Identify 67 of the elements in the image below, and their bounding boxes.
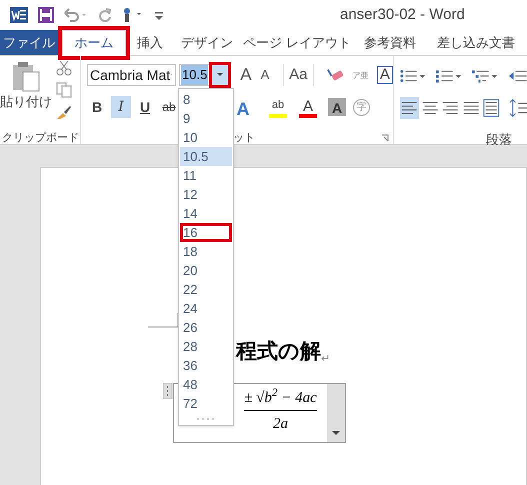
font-size-option[interactable]: 12	[180, 185, 232, 204]
ribbon-tab[interactable]: デザイン	[174, 30, 240, 55]
window-title: anser30-02 - Word	[340, 4, 465, 25]
numbering-icon[interactable]	[436, 68, 462, 84]
font-size-option[interactable]: 28	[180, 337, 232, 356]
customize-icon[interactable]	[154, 9, 164, 21]
font-size-option[interactable]: 26	[180, 318, 232, 337]
text-effect-button[interactable]: A	[233, 96, 253, 118]
file-tab[interactable]: ファイル	[0, 30, 58, 55]
line-spacing-icon[interactable]	[508, 97, 527, 119]
font-size-option[interactable]: 72	[180, 394, 232, 413]
shading-button[interactable]: A	[328, 98, 346, 116]
group-label: 段落	[486, 131, 512, 149]
font-name-field[interactable]: Cambria Mat	[87, 64, 176, 86]
paragraph-mark: ↵	[321, 352, 330, 367]
grow-font-button[interactable]: A	[237, 62, 255, 88]
resize-grip-icon[interactable]	[196, 416, 216, 422]
caret-icon	[332, 431, 340, 436]
font-size-option[interactable]: 22	[180, 280, 232, 299]
equation-denominator: 2a	[273, 414, 288, 434]
font-size-option[interactable]: 36	[180, 356, 232, 375]
bold-button[interactable]: B	[87, 96, 107, 118]
font-color-button[interactable]: A	[299, 96, 317, 118]
cut-icon[interactable]	[56, 60, 72, 76]
font-size-option[interactable]: 9	[180, 109, 232, 128]
strikethrough-button[interactable]: ab	[159, 96, 179, 118]
paste-button[interactable]: 貼り付け	[0, 56, 52, 120]
format-painter-icon[interactable]	[56, 104, 72, 120]
font-size-option[interactable]: 10.5	[180, 147, 232, 166]
touch-icon[interactable]	[122, 7, 144, 23]
phonetic-guide-button[interactable]: ア亜	[352, 70, 369, 80]
font-size-dropdown[interactable]: 8 9 10 10.5 11 12 14 16 18 20 22 24 26 28 36 48 72	[178, 88, 234, 426]
font-size-option[interactable]: 10	[180, 128, 232, 147]
change-case-button[interactable]: Aa	[283, 64, 314, 86]
ribbon-tab[interactable]: 挿入	[126, 30, 174, 55]
equation-numerator: ± √b$^{2}$ − 4ac	[244, 387, 317, 410]
equation-handle-icon[interactable]	[163, 383, 173, 399]
ribbon-tab[interactable]: 差し込み文書	[426, 30, 526, 55]
ribbon-tab[interactable]: ページ レイアウト	[240, 30, 354, 55]
dialog-launcher-icon[interactable]	[381, 134, 389, 142]
character-border-button[interactable]: A	[376, 66, 393, 84]
align-left-icon[interactable]	[400, 97, 418, 119]
save-icon[interactable]	[38, 7, 54, 23]
underline-button[interactable]: U	[135, 96, 155, 118]
group-label: クリップボード	[2, 130, 79, 146]
italic-button[interactable]: I	[111, 96, 131, 118]
decrease-indent-icon[interactable]	[508, 68, 527, 84]
ribbon-tab[interactable]: 参考資料	[354, 30, 426, 55]
font-size-option[interactable]: 18	[180, 242, 232, 261]
multilevel-list-icon[interactable]	[472, 68, 498, 84]
undo-icon[interactable]	[64, 8, 88, 22]
font-size-option[interactable]: 20	[180, 261, 232, 280]
crop-mark-icon[interactable]	[148, 313, 180, 329]
bullets-icon[interactable]	[400, 68, 426, 84]
font-size-option[interactable]: 11	[180, 166, 232, 185]
distributed-icon[interactable]	[482, 97, 500, 119]
copy-icon[interactable]	[56, 82, 72, 98]
group-label: ット	[233, 131, 255, 146]
font-size-option[interactable]: 14	[180, 204, 232, 223]
font-size-option[interactable]: 8	[180, 90, 232, 109]
highlighter-button[interactable]: ab	[269, 96, 287, 118]
font-size-option[interactable]: 24	[180, 299, 232, 318]
app-icon[interactable]	[10, 6, 28, 24]
font-size-option[interactable]: 16	[180, 223, 232, 242]
paste-icon	[11, 62, 41, 92]
shrink-font-button[interactable]: A	[256, 65, 274, 85]
heading: 程式の解	[236, 339, 321, 365]
